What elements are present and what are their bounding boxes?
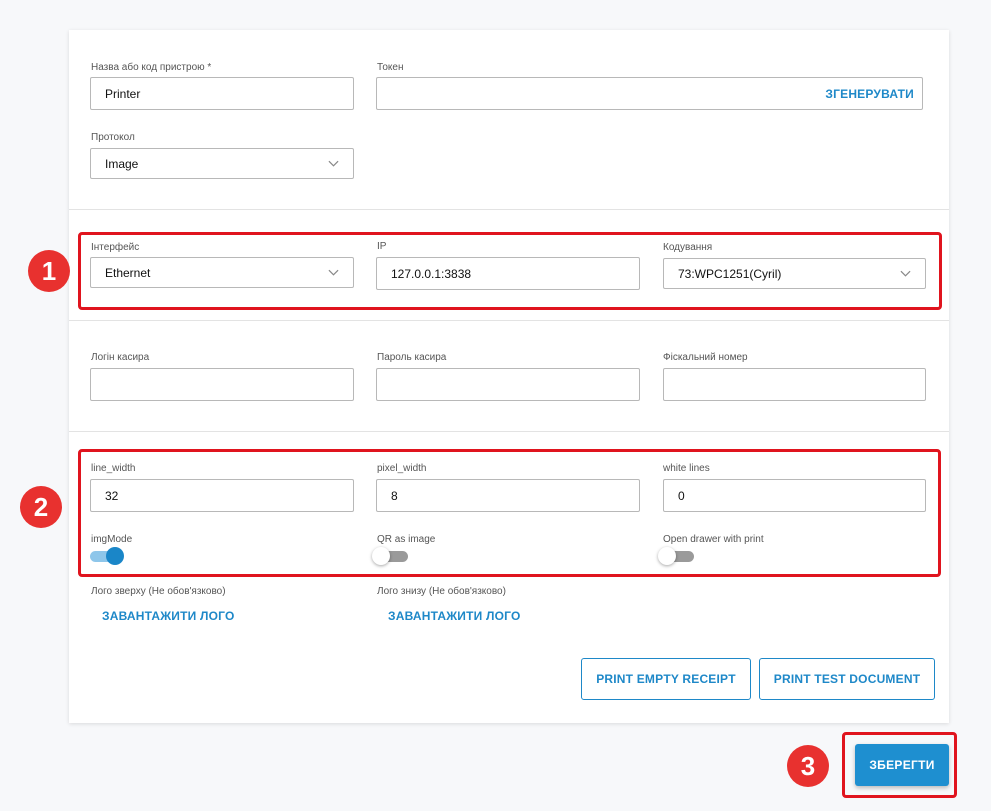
generate-token-button[interactable]: ЗГЕНЕРУВАТИ — [825, 78, 914, 109]
protocol-label: Протокол — [91, 132, 135, 143]
highlight-box-3 — [842, 732, 957, 798]
upload-bottom-logo-button[interactable]: ЗАВАНТАЖИТИ ЛОГО — [388, 609, 521, 623]
device-name-value: Printer — [105, 86, 141, 101]
device-name-label: Назва або код пристрою * — [91, 62, 212, 73]
print-empty-receipt-button[interactable]: PRINT EMPTY RECEIPT — [581, 658, 751, 700]
annotation-badge-1: 1 — [28, 250, 70, 292]
chevron-down-icon — [328, 160, 339, 167]
token-label: Токен — [377, 62, 404, 73]
highlight-box-1 — [78, 232, 942, 310]
section-divider — [69, 431, 949, 432]
print-test-document-button[interactable]: PRINT TEST DOCUMENT — [759, 658, 935, 700]
logo-bottom-label: Лого знизу (Не обов'язково) — [377, 586, 506, 597]
token-input[interactable]: ЗГЕНЕРУВАТИ — [376, 77, 923, 110]
fiscal-number-input[interactable] — [663, 368, 926, 401]
section-divider — [69, 320, 949, 321]
cashier-login-input[interactable] — [90, 368, 354, 401]
highlight-box-2 — [78, 449, 941, 577]
protocol-value: Image — [105, 156, 139, 171]
annotation-badge-3: 3 — [787, 745, 829, 787]
cashier-password-input[interactable] — [376, 368, 640, 401]
annotation-badge-2: 2 — [20, 486, 62, 528]
cashier-password-label: Пароль касира — [377, 352, 447, 363]
upload-top-logo-button[interactable]: ЗАВАНТАЖИТИ ЛОГО — [102, 609, 235, 623]
protocol-select[interactable]: Image — [90, 148, 354, 179]
logo-top-label: Лого зверху (Не обов'язково) — [91, 586, 226, 597]
device-name-input[interactable]: Printer — [90, 77, 354, 110]
cashier-login-label: Логін касира — [91, 352, 150, 363]
fiscal-number-label: Фіскальний номер — [663, 352, 748, 363]
section-divider — [69, 209, 949, 210]
